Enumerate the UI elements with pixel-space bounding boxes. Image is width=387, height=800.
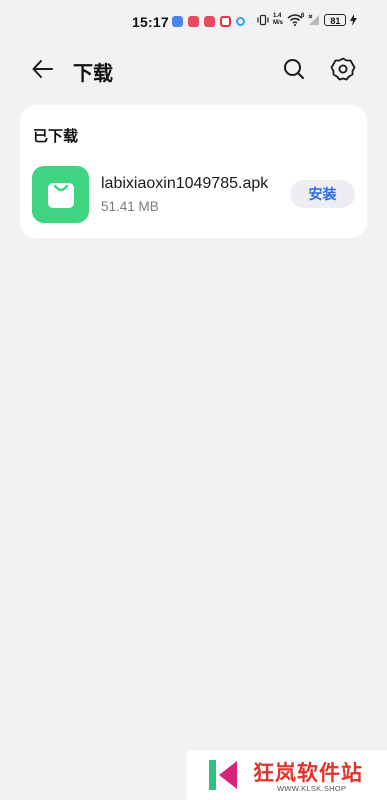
arrow-left-icon [32, 60, 53, 78]
battery-indicator: 81 [324, 14, 347, 26]
app-icon [32, 166, 89, 223]
section-title: 已下载 [33, 128, 79, 145]
file-name: labixiaoxin1049785.apk [101, 175, 269, 192]
status-bar: 15:17 1.4 M/s 6 81 [0, 0, 387, 44]
notification-icons [172, 16, 245, 27]
watermark-name: 狂岚软件站 [253, 762, 363, 785]
wifi-badge: 6 [301, 13, 305, 19]
file-size: 51.41 MB [101, 199, 159, 214]
shopping-bag-icon [47, 182, 74, 208]
site-logo [209, 760, 237, 790]
charging-icon [350, 14, 358, 26]
no-signal-icon [309, 14, 320, 25]
search-button[interactable] [279, 54, 309, 84]
net-speed-unit: M/s [273, 20, 284, 26]
vibrate-icon [257, 14, 269, 26]
status-right: 1.4 M/s 6 81 [257, 13, 358, 27]
watermark-url: WWW.KLSK.SHOP [277, 784, 347, 793]
settings-button[interactable] [328, 54, 358, 84]
top-app-bar: 下载 [0, 44, 387, 94]
gear-icon [330, 57, 356, 81]
downloaded-card: 已下载 labixiaoxin1049785.apk 51.41 MB 安装 [20, 105, 367, 238]
app-notification-icon [172, 16, 183, 27]
net-speed-value: 1.4 [273, 13, 282, 19]
back-button[interactable] [28, 54, 58, 84]
page-title: 下载 [73, 63, 113, 85]
status-time: 15:17 [132, 14, 169, 30]
watermark: 狂岚软件站 WWW.KLSK.SHOP [187, 750, 387, 800]
app-notification-icon [236, 17, 245, 26]
app-notification-icon [220, 16, 231, 27]
app-notification-icon [188, 16, 199, 27]
net-speed: 1.4 M/s [273, 13, 283, 27]
search-icon [284, 59, 304, 79]
app-notification-icon [204, 16, 215, 27]
install-button[interactable]: 安装 [290, 180, 355, 208]
